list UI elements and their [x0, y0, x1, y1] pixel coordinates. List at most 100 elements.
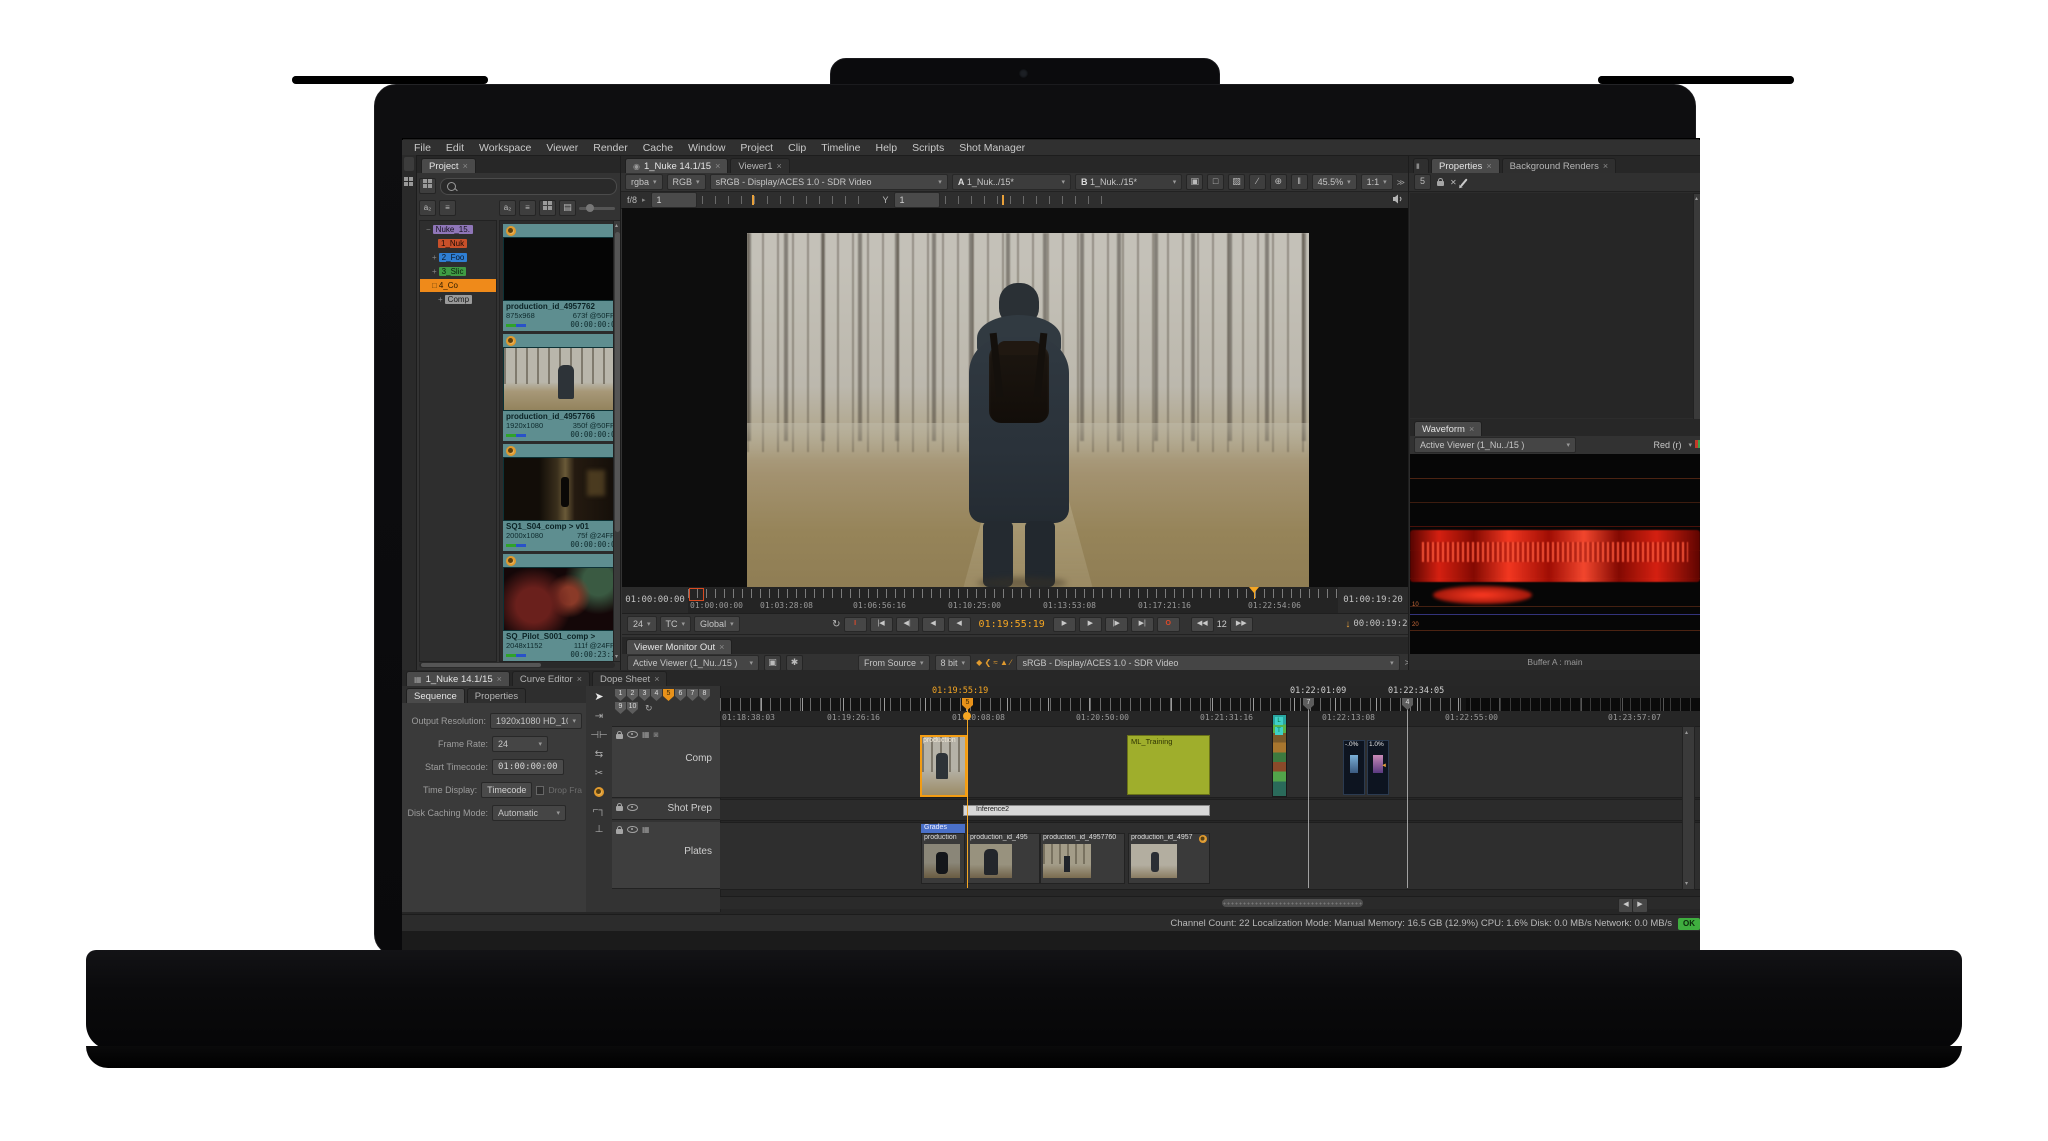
tab-timeline-main[interactable]: ▦ 1_Nuke 14.1/15× — [406, 671, 510, 686]
expand-icon[interactable]: + — [432, 253, 437, 262]
lane-shotprep[interactable] — [720, 799, 1700, 821]
go-end-button[interactable]: ▶| — [1131, 617, 1154, 632]
tab-viewer-main[interactable]: ◉ 1_Nuke 14.1/15× — [625, 158, 728, 173]
menu-item-edit[interactable]: Edit — [446, 142, 464, 154]
grid-view-icon[interactable] — [539, 200, 556, 216]
bin-label[interactable]: 3_Slic — [439, 267, 467, 276]
channels-dropdown[interactable]: rgba▾ — [625, 174, 663, 190]
gamma-slider[interactable] — [945, 196, 1113, 204]
roi-icon[interactable]: ⊕ — [1270, 174, 1287, 190]
scrollbar-thumb[interactable] — [421, 663, 541, 667]
bin-label[interactable]: 2_Foo — [439, 253, 468, 262]
menu-item-project[interactable]: Project — [740, 142, 773, 154]
marker-line[interactable] — [1308, 698, 1309, 888]
thumbnail-view-icon[interactable] — [419, 178, 436, 194]
gamma-field[interactable]: 1 — [894, 192, 940, 208]
close-icon[interactable]: × — [1486, 161, 1491, 171]
overlay-icon[interactable]: ≫ — [1397, 178, 1405, 187]
eye-icon[interactable] — [627, 731, 638, 738]
prev-edit-button[interactable]: ◀| — [896, 617, 919, 632]
panel-nub[interactable]: ▮ — [1413, 158, 1429, 173]
view-badge[interactable]: 1 — [615, 689, 626, 701]
close-icon[interactable]: × — [577, 674, 582, 684]
waveform-viewer-dropdown[interactable]: Active Viewer (1_Nu../15 )▾ — [1414, 437, 1576, 453]
lock-icon[interactable] — [1437, 181, 1444, 186]
clip-card[interactable]: production_id_4957766 1920x1080350f @50F… — [503, 334, 623, 441]
layer-dropdown[interactable]: RGB▾ — [667, 174, 706, 190]
grades-tag[interactable]: Grades — [921, 824, 965, 833]
lane-plates[interactable] — [720, 822, 1700, 890]
speaker-icon[interactable] — [1392, 194, 1403, 207]
layers-icon[interactable]: ▦ — [642, 730, 650, 739]
view-badge[interactable]: 6 — [675, 689, 686, 701]
active-viewer-dropdown[interactable]: Active Viewer (1_Nu../15 )▾ — [627, 655, 759, 671]
out-timecode[interactable]: 01:00:19:20 — [1338, 595, 1408, 605]
tab-waveform[interactable]: Waveform× — [1414, 421, 1482, 436]
expand-icon[interactable]: □ — [432, 281, 437, 290]
close-icon[interactable]: × — [1603, 161, 1608, 171]
pause-icon[interactable]: ‖ — [1291, 174, 1308, 190]
clip-card[interactable]: production_id_4957762 875x968673f @50FPS… — [503, 224, 623, 331]
flip-icon[interactable]: ▣ — [764, 655, 781, 671]
clip-plate-1[interactable]: production — [921, 833, 965, 884]
output-resolution-dropdown[interactable]: 1920x1080 HD_1080▾ — [490, 713, 582, 729]
view-badge[interactable]: 10 — [627, 702, 638, 714]
scroll-up-icon[interactable]: ▴ — [615, 222, 618, 229]
scroll-right-button[interactable]: ▶ — [1632, 898, 1648, 912]
colorspace-dropdown[interactable]: sRGB - Display/ACES 1.0 - SDR Video▾ — [710, 174, 948, 190]
track-header-comp[interactable]: ▦ ◙ Comp — [612, 726, 720, 798]
tree-row[interactable]: − Nuke_15. — [426, 223, 496, 236]
export-frame-icon[interactable]: ↓ — [1345, 619, 1350, 630]
menu-item-help[interactable]: Help — [876, 142, 898, 154]
close-icon[interactable]: × — [1469, 424, 1474, 434]
source-dropdown[interactable]: From Source▾ — [858, 655, 930, 671]
view-badge[interactable]: 3 — [639, 689, 650, 701]
step-back-button[interactable]: ◀ — [948, 617, 971, 632]
properties-scrollbar[interactable]: ▴ — [1693, 193, 1700, 420]
trim-tool-icon[interactable]: ⊣⊢ — [590, 730, 607, 741]
pencil-icon[interactable] — [1460, 178, 1467, 186]
fps-dropdown[interactable]: 24▾ — [627, 616, 657, 632]
tree-row[interactable]: + 3_Slic — [432, 265, 496, 278]
clip-production-comp[interactable]: production — [920, 735, 967, 797]
skip-back-button[interactable]: ◀◀ — [1191, 617, 1214, 632]
drop-frame-checkbox[interactable] — [536, 786, 544, 795]
move-tool-icon[interactable]: ⇥ — [595, 711, 603, 722]
play-back-button[interactable]: ◀ — [922, 617, 945, 632]
timeline-hscrollbar[interactable]: ◀ ▶ — [720, 896, 1700, 909]
monitor-colorspace-dropdown[interactable]: sRGB - Display/ACES 1.0 - SDR Video▾ — [1016, 655, 1399, 671]
clip-retime-b[interactable]: 1.0% ◄ — [1367, 740, 1389, 795]
clip-card[interactable]: SQ_Pilot_S001_comp > 2048x1152111f @24FP… — [503, 554, 623, 661]
skip-frames-value[interactable]: 12 — [1217, 619, 1227, 629]
view-badge[interactable]: 8 — [699, 689, 710, 701]
tab-dope-sheet[interactable]: Dope Sheet× — [592, 671, 667, 686]
viewer-canvas[interactable] — [622, 208, 1408, 587]
stack-icon[interactable]: □ — [1207, 174, 1224, 190]
tree-row[interactable]: 1_Nuk — [438, 237, 496, 250]
scroll-up-icon[interactable]: ▴ — [1695, 195, 1698, 202]
tree-row[interactable]: + Comp — [438, 293, 496, 306]
marker-line[interactable] — [1407, 698, 1408, 888]
scrollbar-thumb[interactable] — [1222, 899, 1363, 907]
arrow-icon[interactable]: ▸ — [642, 196, 646, 204]
list-view-icon[interactable]: ≡ — [439, 200, 456, 216]
view-badge[interactable]: 9 — [615, 702, 626, 714]
sort-az-icon[interactable]: a₂ — [499, 200, 516, 216]
view-badge[interactable]: 2 — [627, 689, 638, 701]
menu-item-window[interactable]: Window — [688, 142, 725, 154]
retime-tool-icon[interactable]: ⌐┐ — [593, 805, 606, 816]
menu-item-viewer[interactable]: Viewer — [546, 142, 578, 154]
clip-inference2[interactable]: Inference2 — [963, 805, 1210, 816]
close-icon[interactable]: × — [715, 161, 720, 171]
timeline-ruler[interactable] — [720, 698, 1700, 711]
menu-item-shot-manager[interactable]: Shot Manager — [959, 142, 1025, 154]
lane-comp[interactable] — [720, 726, 1700, 798]
loop-icon[interactable]: ↻ — [832, 619, 840, 630]
clip-plate-3[interactable]: production_id_4957760 — [1040, 833, 1125, 884]
viewer-ruler[interactable]: 01:00:00:00 01:03:28:08 01:06:56:16 01:1… — [688, 587, 1338, 613]
out-mark-button[interactable]: O — [1157, 617, 1180, 632]
aperture-label[interactable]: f/8 — [627, 195, 637, 205]
tab-seq-properties[interactable]: Properties — [467, 688, 526, 703]
expand-icon[interactable]: + — [438, 295, 443, 304]
bin-label[interactable]: Nuke_15. — [433, 225, 473, 234]
